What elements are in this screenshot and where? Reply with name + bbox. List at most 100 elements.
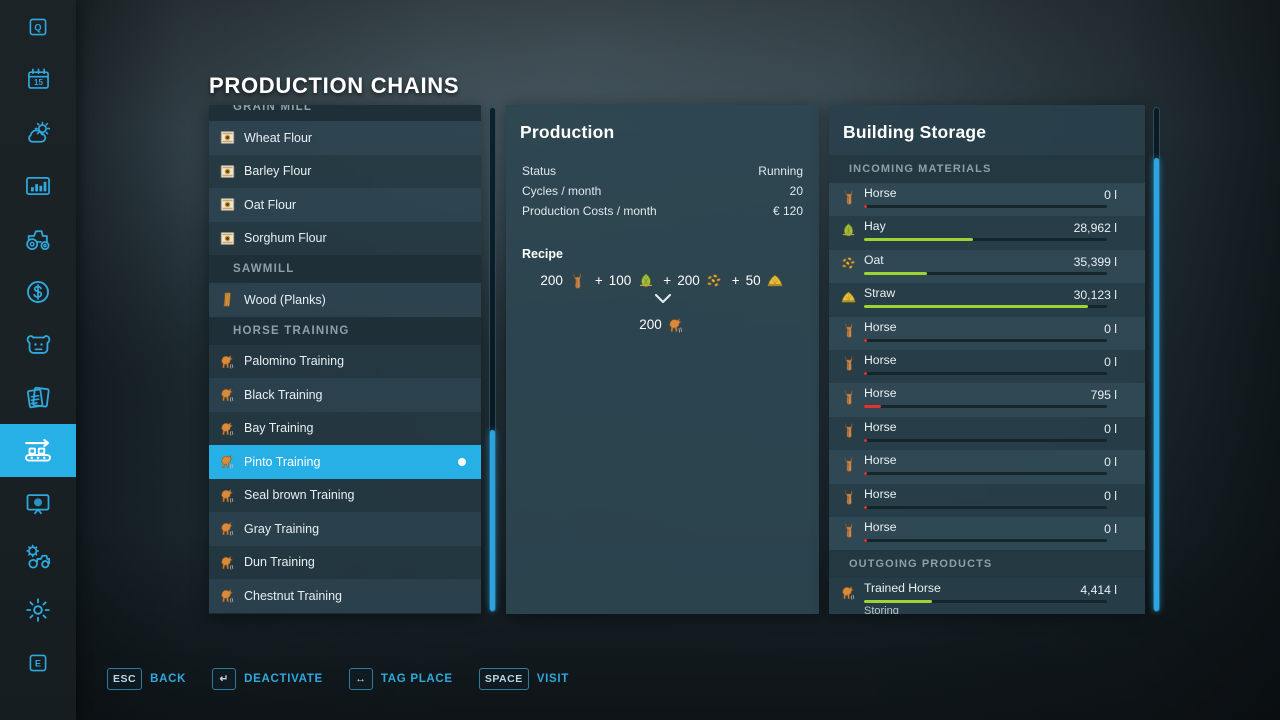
- quickaccess-q-icon: Q: [25, 14, 51, 40]
- building-storage-panel: Building Storage INCOMING MATERIALSHorse…: [829, 105, 1145, 614]
- weather-sun-cloud-icon: [24, 119, 52, 147]
- map-overview-icon: [24, 490, 52, 518]
- list-item[interactable]: Chestnut Training: [209, 579, 481, 613]
- straw-bale-icon: [839, 288, 857, 306]
- rail-item-quickaccess-q[interactable]: Q: [0, 0, 76, 53]
- storage-row[interactable]: Horse0 l: [829, 450, 1145, 483]
- rail-item-contracts-documents[interactable]: [0, 371, 76, 424]
- rail-item-animals-cow[interactable]: [0, 318, 76, 371]
- storage-row-body: Hay28,962 l: [864, 216, 1131, 237]
- hay-bale-icon: [839, 221, 857, 239]
- storage-row[interactable]: Horse0 l: [829, 350, 1145, 383]
- rail-item-weather-sun-cloud[interactable]: [0, 106, 76, 159]
- rail-item-map-overview[interactable]: [0, 477, 76, 530]
- storage-progress-fill: [864, 339, 867, 342]
- rail-item-tractor[interactable]: [0, 212, 76, 265]
- page-title: PRODUCTION CHAINS: [209, 73, 459, 99]
- shortcut-key: ↵: [212, 668, 236, 690]
- list-item[interactable]: Gray Training: [209, 512, 481, 546]
- storage-progress-track: [864, 405, 1107, 408]
- storage-progress-track: [864, 506, 1107, 509]
- storage-row[interactable]: Oat35,399 l: [829, 250, 1145, 283]
- storage-progress-fill: [864, 238, 973, 241]
- horse-untrained-icon: [839, 522, 857, 540]
- rail-item-production-chains-conveyor[interactable]: [0, 424, 76, 477]
- storage-progress-fill: [864, 405, 881, 408]
- storage-row[interactable]: Horse0 l: [829, 417, 1145, 450]
- vehicle-config-gear-icon: [24, 542, 53, 571]
- storage-row[interactable]: Horse0 l: [829, 517, 1145, 550]
- storage-row[interactable]: Hay28,962 l: [829, 216, 1145, 249]
- list-item[interactable]: Oat Flour: [209, 188, 481, 222]
- rail-item-settings-gear[interactable]: [0, 583, 76, 636]
- horse-icon: [219, 487, 236, 504]
- list-item[interactable]: Sorghum Flour: [209, 222, 481, 256]
- storage-row-name: Horse: [864, 417, 1131, 438]
- shortcut-key: ESC: [107, 668, 142, 690]
- recipe-plus: +: [595, 273, 603, 288]
- shortcut-hint[interactable]: SPACEVISIT: [479, 668, 569, 690]
- shortcut-hint[interactable]: ↔TAG PLACE: [349, 668, 453, 690]
- production-list-panel: GRAIN MILLWheat FlourBarley FlourOat Flo…: [209, 105, 481, 614]
- storage-progress-track: [864, 472, 1107, 475]
- recipe-arrow-icon: [506, 292, 819, 305]
- horse-icon: [219, 353, 236, 370]
- horse-untrained-icon: [839, 355, 857, 373]
- rail-item-calendar-15[interactable]: 15: [0, 53, 76, 106]
- list-item-label: Wheat Flour: [244, 131, 312, 145]
- recipe-plus: +: [732, 273, 740, 288]
- flour-bag-icon: [219, 129, 236, 146]
- stat-value: 20: [790, 181, 803, 201]
- svg-text:E: E: [35, 658, 41, 668]
- storage-scroll-content: INCOMING MATERIALSHorse0 lHay28,962 lOat…: [829, 155, 1145, 612]
- list-item[interactable]: Wood (Planks): [209, 283, 481, 317]
- shortcut-hint[interactable]: ESC BACK: [107, 668, 186, 690]
- storage-row[interactable]: Straw30,123 l: [829, 283, 1145, 316]
- left-icon-rail: Q 15 E: [0, 0, 76, 720]
- shortcut-label: BACK: [150, 673, 186, 685]
- help-e-icon: E: [25, 650, 51, 676]
- list-item-label: Black Training: [244, 388, 323, 402]
- storage-row-body: Horse0 l: [864, 517, 1131, 538]
- rail-item-vehicle-config-gear[interactable]: [0, 530, 76, 583]
- svg-text:15: 15: [34, 78, 43, 87]
- storage-section-header: OUTGOING PRODUCTS: [829, 550, 1145, 578]
- horse-untrained-icon: [839, 188, 857, 206]
- storage-row[interactable]: Trained Horse4,414 lStoring: [829, 578, 1145, 611]
- stat-value: Running: [758, 161, 803, 181]
- storage-row[interactable]: Horse795 l: [829, 383, 1145, 416]
- production-list-scrollbar[interactable]: [489, 107, 496, 612]
- production-chains-conveyor-icon: [23, 436, 53, 466]
- shortcut-key: ↔: [349, 668, 373, 690]
- building-storage-scrollbar[interactable]: [1153, 107, 1160, 612]
- list-item[interactable]: Dun Training: [209, 546, 481, 580]
- list-item-label: Gray Training: [244, 522, 319, 536]
- rail-item-help-e[interactable]: E: [0, 636, 76, 689]
- oat-grain-icon: [705, 271, 724, 290]
- list-item-selected[interactable]: Pinto Training: [209, 445, 481, 479]
- list-item-label: Seal brown Training: [244, 488, 354, 502]
- list-item[interactable]: Black Training: [209, 378, 481, 412]
- svg-text:Q: Q: [34, 22, 41, 32]
- finances-dollar-icon: [24, 278, 52, 306]
- shortcut-hint[interactable]: ↵DEACTIVATE: [212, 668, 323, 690]
- rail-item-statistics-chart[interactable]: [0, 159, 76, 212]
- rail-item-finances-dollar[interactable]: [0, 265, 76, 318]
- recipe-outputs: 200: [506, 315, 819, 334]
- list-item[interactable]: Barley Flour: [209, 155, 481, 189]
- production-stat-row: Cycles / month20: [506, 181, 819, 201]
- building-storage-scroll-thumb[interactable]: [1154, 158, 1159, 611]
- list-item[interactable]: Palomino Training: [209, 345, 481, 379]
- storage-row[interactable]: Horse0 l: [829, 317, 1145, 350]
- list-item[interactable]: Seal brown Training: [209, 479, 481, 513]
- list-item[interactable]: Bay Training: [209, 412, 481, 446]
- production-list-scroll-thumb[interactable]: [490, 430, 495, 611]
- horse-untrained-icon: [568, 271, 587, 290]
- storage-row[interactable]: Horse0 l: [829, 484, 1145, 517]
- storage-row-body: Horse0 l: [864, 350, 1131, 371]
- stat-label: Status: [522, 161, 556, 181]
- storage-progress-fill: [864, 272, 927, 275]
- shortcut-label: VISIT: [537, 673, 569, 685]
- list-item[interactable]: Wheat Flour: [209, 121, 481, 155]
- storage-row[interactable]: Horse0 l: [829, 183, 1145, 216]
